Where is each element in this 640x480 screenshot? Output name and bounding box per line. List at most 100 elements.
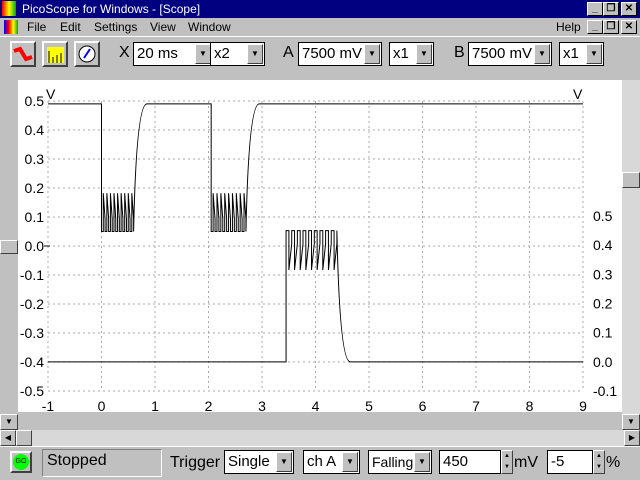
x-tick-label: 3 — [258, 398, 266, 412]
scroll-thumb-horizontal[interactable] — [16, 430, 32, 446]
a-label: A — [283, 44, 294, 61]
minimize-button[interactable]: _ — [587, 2, 603, 16]
scroll-thumb-vertical[interactable] — [622, 172, 640, 188]
doc-icon — [4, 20, 18, 34]
y-left-tick-label: 0.1 — [25, 209, 45, 225]
y-right-unit: V — [573, 86, 583, 102]
y-right-tick-label: 0.1 — [593, 325, 613, 341]
menu-view[interactable]: View — [150, 20, 176, 34]
chevron-down-icon[interactable]: ▼ — [247, 44, 263, 64]
trigger-edge-value: Falling — [372, 454, 414, 470]
doc-minimize-button[interactable]: _ — [587, 20, 603, 34]
meter-icon — [78, 45, 96, 63]
chevron-down-icon[interactable]: ▼ — [586, 44, 602, 64]
scope-mode-button[interactable] — [10, 41, 36, 67]
menu-file[interactable]: File — [27, 20, 46, 34]
delay-unit: % — [606, 454, 621, 471]
y-left-tick-label: -0.1 — [20, 267, 44, 283]
close-button[interactable]: ✕ — [621, 2, 637, 16]
vertical-scrollbar[interactable]: ▼ — [622, 80, 640, 430]
trigger-channel-select[interactable]: ch A ▼ — [303, 450, 360, 474]
x-multiplier-value: x2 — [214, 45, 230, 62]
y-left-tick-label: 0.3 — [25, 151, 45, 167]
menu-window[interactable]: Window — [188, 20, 231, 34]
y-right-tick-label: 0.4 — [593, 237, 613, 253]
y-left-tick-label: -0.5 — [20, 383, 44, 399]
scroll-down-left[interactable]: ▼ — [0, 414, 18, 430]
delay-spinner[interactable]: ▲ ▼ — [593, 450, 605, 474]
x-multiplier-select[interactable]: x2 ▼ — [210, 42, 265, 66]
y-left-tick-label: -0.2 — [20, 296, 44, 312]
chevron-down-icon[interactable]: ▼ — [195, 44, 211, 64]
menu-settings[interactable]: Settings — [94, 20, 137, 34]
y-left-tick-label: 0.2 — [25, 180, 45, 196]
scope-chart: -1 0 1 2 3 4 5 6 7 8 9 0.5 0.4 0.3 0.2 0.1 0.0 -0.1 -0.2 -0… — [20, 86, 618, 428]
chevron-down-icon[interactable]: ▼ — [416, 44, 432, 64]
trigger-delay-input[interactable]: -5 — [547, 450, 593, 474]
timebase-value: 20 ms — [137, 45, 178, 62]
x-tick-label: 7 — [472, 398, 480, 412]
trigger-edge-select[interactable]: Falling ▼ — [368, 450, 432, 474]
channel-offset-handle[interactable] — [0, 240, 18, 254]
y-right-tick-label: 0.5 — [593, 208, 613, 224]
toolbar: X 20 ms ▼ x2 ▼ A 7500 mV ▼ x1 ▼ B 7500 mV ▼ x… — [0, 36, 640, 70]
y-right-tick-label: 0.3 — [593, 266, 613, 282]
scope-plot: -1 0 1 2 3 4 5 6 7 8 9 0.5 0.4 0.3 0.2 0.1 0.0 -0.1 -0.2 -0… — [18, 80, 622, 428]
x-tick-label: 5 — [365, 398, 373, 412]
y-left-tick-label: -0.4 — [20, 354, 44, 370]
horizontal-scrollbar[interactable]: ◀ ▶ — [0, 430, 640, 446]
scroll-left-button[interactable]: ◀ — [0, 430, 16, 446]
x-tick-label: 6 — [419, 398, 427, 412]
level-unit: mV — [514, 454, 538, 471]
y-left-tick-label: 0.0 — [25, 238, 45, 254]
y-left-tick-label: 0.5 — [25, 93, 45, 109]
restore-button[interactable]: ❐ — [603, 2, 619, 16]
title-bar: PicoScope for Windows - [Scope] _ ❐ ✕ — [0, 0, 640, 18]
x-tick-label: 9 — [579, 398, 587, 412]
scroll-down-button[interactable]: ▼ — [622, 414, 640, 430]
go-label: GO — [13, 454, 29, 470]
menu-help[interactable]: Help — [556, 20, 581, 34]
channel-a-range-value: 7500 mV — [302, 45, 363, 62]
y-left-unit: V — [46, 86, 56, 102]
chevron-down-icon[interactable]: ▼ — [414, 452, 430, 472]
channel-a-multiplier-select[interactable]: x1 ▼ — [389, 42, 434, 66]
chevron-down-icon[interactable]: ▼ — [534, 44, 550, 64]
y-left-tick-label: 0.4 — [25, 122, 45, 138]
trigger-label: Trigger — [170, 454, 221, 471]
channel-b-multiplier-value: x1 — [563, 45, 579, 62]
y-left-tick-label: -0.3 — [20, 325, 44, 341]
menu-edit[interactable]: Edit — [60, 20, 81, 34]
x-tick-label: 8 — [526, 398, 534, 412]
doc-restore-button[interactable]: ❐ — [603, 20, 619, 34]
level-spinner[interactable]: ▲ ▼ — [501, 450, 513, 474]
meter-mode-button[interactable] — [74, 41, 100, 67]
menu-bar: File Edit Settings View Window Help _ ❐ … — [0, 18, 640, 36]
waveform-icon — [13, 46, 33, 62]
left-ruler: ▼ — [0, 80, 18, 430]
chevron-down-icon[interactable]: ▼ — [276, 452, 292, 472]
channel-a-range-select[interactable]: 7500 mV ▼ — [298, 42, 382, 66]
channel-b-range-value: 7500 mV — [472, 45, 533, 62]
spectrum-mode-button[interactable] — [42, 41, 68, 67]
go-button[interactable]: GO — [10, 451, 32, 473]
b-label: B — [454, 44, 465, 61]
trigger-level-input[interactable]: 450 — [439, 450, 501, 474]
run-state: Stopped — [42, 449, 162, 477]
chevron-down-icon[interactable]: ▼ — [342, 452, 358, 472]
y-right-tick-label: 0.2 — [593, 296, 613, 312]
chevron-down-icon[interactable]: ▼ — [364, 44, 380, 64]
scroll-right-button[interactable]: ▶ — [624, 430, 640, 446]
trigger-channel-value: ch A — [307, 453, 337, 470]
app-icon — [2, 1, 16, 16]
channel-b-multiplier-select[interactable]: x1 ▼ — [559, 42, 604, 66]
doc-close-button[interactable]: ✕ — [621, 20, 637, 34]
x-tick-label: 0 — [98, 398, 106, 412]
x-label: X — [119, 44, 130, 61]
x-tick-label: 4 — [312, 398, 320, 412]
channel-b-range-select[interactable]: 7500 mV ▼ — [468, 42, 552, 66]
trigger-mode-select[interactable]: Single ▼ — [224, 450, 294, 474]
spectrum-icon — [47, 47, 64, 63]
channel-a-multiplier-value: x1 — [393, 45, 409, 62]
timebase-select[interactable]: 20 ms ▼ — [133, 42, 213, 66]
